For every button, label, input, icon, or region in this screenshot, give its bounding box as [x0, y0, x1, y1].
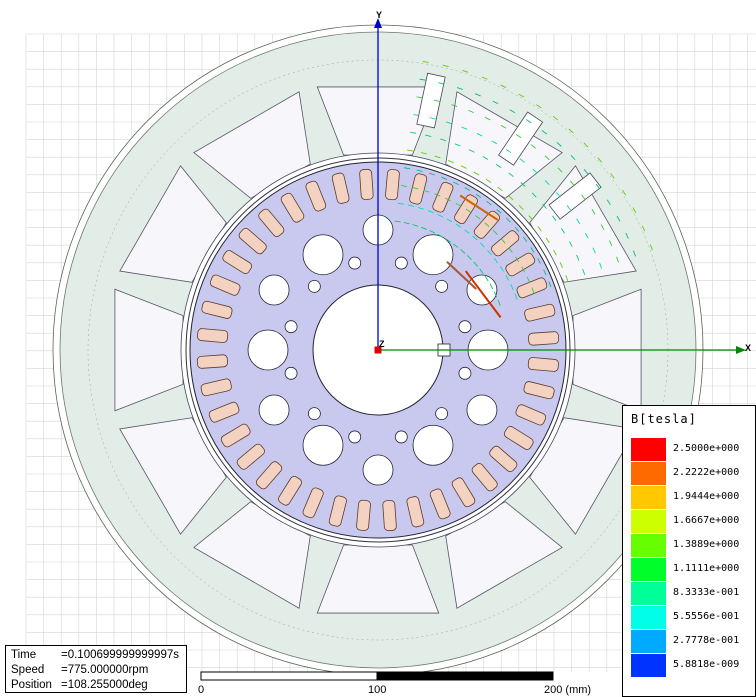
legend-entry: 1.3889e+000 [631, 534, 756, 557]
legend-entry: 2.5000e+000 [631, 438, 756, 461]
rotor-hole [466, 394, 498, 426]
legend-swatch [631, 630, 666, 653]
legend-label: 5.8818e-009 [673, 659, 740, 670]
legend-swatch [631, 582, 666, 605]
rotor-bar [196, 354, 228, 369]
time-row: Time =0.100699999999997s [11, 649, 179, 661]
rotor-small-hole [394, 256, 408, 270]
scale-bar [200, 671, 554, 681]
rotor-hole [258, 394, 290, 426]
legend-swatch [631, 606, 666, 629]
rotor-small-hole [348, 430, 362, 444]
position-row: Position =108.255000deg [11, 679, 148, 691]
speed-row: Speed =775.000000rpm [11, 664, 148, 676]
scale-segment-black [376, 671, 554, 681]
rotor-small-hole [458, 366, 472, 380]
legend-swatch [631, 558, 666, 581]
field-legend[interactable]: B[tesla] 2.5000e+000 2.2222e+000 1.9444e+0… [622, 405, 756, 697]
legend-entry: 1.6667e+000 [631, 510, 756, 533]
legend-entry: 1.1111e+000 [631, 558, 756, 581]
rotor-bar [359, 168, 374, 200]
scale-label-100: 100 [368, 684, 387, 696]
scale-label-0: 0 [198, 684, 205, 696]
rotor-hole [258, 274, 290, 306]
speed-value: =775.000000rpm [61, 664, 149, 676]
rotor-hole [362, 454, 394, 486]
rotor-bar [528, 331, 560, 346]
legend-swatch [631, 654, 666, 677]
rotor-bar [385, 169, 400, 201]
legend-swatch [631, 438, 666, 461]
y-axis-label: Y [376, 10, 383, 20]
position-key: Position [11, 679, 52, 691]
legend-label: 2.7778e-001 [673, 635, 740, 646]
legend-swatch [631, 486, 666, 509]
legend-label: 1.6667e+000 [673, 515, 740, 526]
rotor-bar [197, 328, 229, 343]
legend-swatch [631, 510, 666, 533]
rotor-hole [412, 234, 454, 276]
rotor-small-hole [394, 430, 408, 444]
legend-label: 1.9444e+000 [673, 491, 740, 502]
rotor-small-hole [307, 407, 321, 421]
legend-label: 5.5556e-001 [673, 611, 740, 622]
speed-key: Speed [11, 664, 45, 676]
time-key: Time [11, 649, 37, 661]
x-axis-label: X [745, 343, 752, 353]
scale-label-200: 200 (mm) [544, 684, 592, 696]
simulation-info-box: Time =0.100699999999997s Speed =775.000000… [5, 645, 187, 693]
rotor-small-hole [348, 256, 362, 270]
legend-entry: 2.2222e+000 [631, 462, 756, 485]
rotor-hole [302, 234, 344, 276]
rotor-small-hole [435, 407, 449, 421]
rotor-hole [412, 424, 454, 466]
rotor-bar [356, 499, 371, 531]
legend-swatch [631, 462, 666, 485]
legend-label: 2.2222e+000 [673, 467, 740, 478]
rotor-small-hole [435, 279, 449, 293]
rotor-small-hole [307, 279, 321, 293]
legend-entry: 5.5556e-001 [631, 606, 756, 629]
rotor-hole [247, 329, 289, 371]
rotor-small-hole [458, 320, 472, 334]
position-value: =108.255000deg [61, 679, 148, 691]
legend-title: B[tesla] [631, 412, 697, 426]
legend-entry: 2.7778e-001 [631, 630, 756, 653]
legend-entry: 8.3333e-001 [631, 582, 756, 605]
scale-segment-white [200, 671, 378, 681]
rotor-bar [382, 500, 397, 532]
legend-swatch [631, 534, 666, 557]
rotor-hole [302, 424, 344, 466]
legend-label: 2.5000e+000 [673, 443, 740, 454]
legend-entry: 1.9444e+000 [631, 486, 756, 509]
time-value: =0.100699999999997s [61, 649, 179, 661]
rotor-small-hole [284, 320, 298, 334]
legend-label: 1.1111e+000 [673, 563, 740, 574]
legend-label: 8.3333e-001 [673, 587, 740, 598]
rotor-bar [527, 357, 559, 372]
rotor-small-hole [284, 366, 298, 380]
legend-label: 1.3889e+000 [673, 539, 740, 550]
z-axis-label: Z [379, 339, 385, 349]
legend-entry: 5.8818e-009 [631, 654, 756, 677]
